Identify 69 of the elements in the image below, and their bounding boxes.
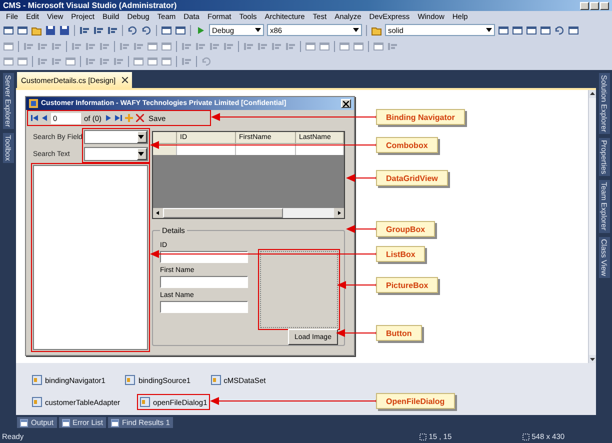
callout-label: Button: [376, 325, 422, 341]
close-icon[interactable]: [122, 77, 128, 83]
window-icon[interactable]: [17, 24, 28, 36]
first-record-icon[interactable]: [31, 114, 39, 122]
component-icon: [125, 375, 136, 385]
previous-record-icon[interactable]: [42, 114, 48, 122]
component-icon: [140, 397, 150, 407]
list-box[interactable]: [33, 165, 148, 350]
window-icon: [62, 418, 70, 426]
scroll-up-icon[interactable]: [589, 90, 596, 98]
delete-icon[interactable]: [136, 114, 144, 122]
caret-icon: [353, 28, 359, 32]
callout-label: PictureBox: [376, 277, 438, 293]
callout-label: OpenFileDialog: [376, 393, 455, 409]
size-icon: [522, 432, 530, 440]
scroll-thumb[interactable]: [163, 208, 283, 218]
component-icon: [210, 375, 221, 385]
component-icon: [32, 397, 42, 407]
window-title: CMS - Microsoft Visual Studio (Administrator): [3, 1, 177, 10]
component-icon: [32, 375, 42, 385]
align-icon[interactable]: [107, 24, 118, 36]
maximize-button[interactable]: [590, 2, 599, 10]
position-icon: [418, 432, 427, 440]
row-header-cell: [153, 132, 177, 144]
caret-icon: [486, 28, 492, 32]
caret-icon: [255, 28, 261, 32]
input-field[interactable]: [160, 301, 248, 313]
next-record-icon[interactable]: [104, 114, 111, 122]
align-icon[interactable]: [93, 24, 104, 36]
scroll-right-icon[interactable]: [334, 208, 344, 218]
input-field[interactable]: [160, 276, 248, 288]
callout-label: ListBox: [376, 246, 426, 262]
window-icon[interactable]: [568, 24, 579, 36]
input-field[interactable]: [160, 251, 248, 263]
scroll-down-icon[interactable]: [589, 355, 596, 363]
form-close-button[interactable]: [341, 99, 351, 108]
window-icon[interactable]: [3, 24, 14, 36]
undo-icon[interactable]: [127, 24, 138, 36]
minimize-button[interactable]: [580, 2, 589, 10]
table-cell[interactable]: [177, 144, 236, 155]
vertical-scrollbar[interactable]: [588, 90, 596, 363]
callout-label: GroupBox: [376, 221, 436, 237]
form-icon: [29, 99, 38, 108]
window-icon[interactable]: [498, 24, 509, 36]
undo-icon[interactable]: [554, 24, 565, 36]
combo-box[interactable]: [84, 147, 148, 161]
callout-label: Combobox: [376, 137, 438, 153]
folder-icon[interactable]: [371, 24, 382, 36]
window-icon[interactable]: [540, 24, 551, 36]
window-icon[interactable]: [161, 24, 172, 36]
window-icon: [110, 418, 119, 426]
caret-icon: [138, 135, 144, 139]
horizontal-scrollbar[interactable]: [153, 208, 344, 218]
play-icon[interactable]: [195, 24, 206, 36]
table-cell[interactable]: [296, 144, 344, 155]
close-button[interactable]: [600, 2, 609, 10]
scroll-left-icon[interactable]: [153, 208, 163, 218]
window-icon[interactable]: [175, 24, 186, 36]
window-icon: [20, 418, 28, 426]
callout-label: Binding Navigator: [376, 109, 465, 125]
align-icon[interactable]: [79, 24, 90, 36]
table-cell[interactable]: [236, 144, 296, 155]
undo-icon[interactable]: [141, 24, 152, 36]
caret-icon: [138, 152, 144, 156]
combo-box[interactable]: [84, 130, 148, 144]
window-icon[interactable]: [526, 24, 537, 36]
callout-label: DataGridView: [376, 170, 448, 186]
last-record-icon[interactable]: [114, 114, 122, 122]
window-icon[interactable]: [512, 24, 523, 36]
